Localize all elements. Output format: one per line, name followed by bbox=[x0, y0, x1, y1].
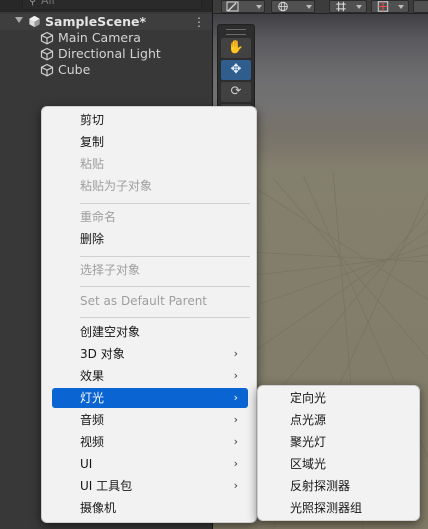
more-options-icon[interactable]: ⋮ bbox=[193, 14, 205, 30]
move-tool-button[interactable]: ✥ bbox=[221, 60, 251, 80]
menu-separator bbox=[80, 317, 250, 318]
submenu-item-area-light[interactable]: 区域光 bbox=[266, 453, 413, 475]
menu-item-set-default-parent: Set as Default Parent bbox=[80, 294, 208, 308]
submenu-item-light-probe-group[interactable]: 光照探测器组 bbox=[266, 497, 413, 519]
chevron-down-icon bbox=[398, 5, 404, 9]
toolbar-overflow-button[interactable] bbox=[413, 0, 428, 13]
increment-snap-icon bbox=[377, 1, 389, 12]
menu-item-ui[interactable]: UI › bbox=[52, 454, 248, 474]
increment-snap-button[interactable] bbox=[371, 0, 409, 13]
hierarchy-item-main-camera[interactable]: Main Camera bbox=[0, 30, 212, 46]
menu-separator bbox=[80, 256, 250, 257]
grid-snap-button[interactable] bbox=[329, 0, 367, 13]
chevron-right-icon: › bbox=[233, 457, 238, 470]
chevron-right-icon: › bbox=[233, 413, 238, 426]
menu-item-create-empty[interactable]: 创建空对象 bbox=[52, 322, 248, 342]
chevron-right-icon: › bbox=[233, 479, 238, 492]
chevron-right-icon: › bbox=[233, 391, 238, 404]
hierarchy-item-cube[interactable]: Cube bbox=[0, 62, 212, 78]
menu-item-paste: 粘贴 bbox=[80, 157, 105, 171]
scene-name: SampleScene* bbox=[45, 14, 146, 29]
menu-separator bbox=[80, 203, 250, 204]
gameobject-cube-icon bbox=[40, 31, 54, 45]
unity-scene-icon bbox=[29, 15, 40, 28]
menu-item-audio[interactable]: 音频 › bbox=[52, 410, 248, 430]
menu-item-cut[interactable]: 剪切 bbox=[52, 110, 248, 130]
foldout-expanded-icon[interactable] bbox=[15, 17, 23, 23]
search-icon: ⚲ bbox=[29, 0, 37, 7]
menu-separator bbox=[80, 286, 250, 287]
scene-toolbar bbox=[213, 0, 428, 14]
menu-item-camera[interactable]: 摄像机 bbox=[52, 498, 248, 518]
scene-tools-overlay: ✋ ✥ ⟳ bbox=[217, 24, 255, 118]
hierarchy-item-label: Main Camera bbox=[58, 30, 141, 45]
hierarchy-item-label: Cube bbox=[58, 62, 91, 77]
menu-item-video[interactable]: 视频 › bbox=[52, 432, 248, 452]
menu-item-ui-toolkit[interactable]: UI 工具包 › bbox=[52, 476, 248, 496]
menu-item-3d-object[interactable]: 3D 对象 › bbox=[52, 344, 248, 364]
chevron-down-icon bbox=[356, 5, 362, 9]
globe-icon bbox=[278, 1, 288, 12]
rotate-icon: ⟳ bbox=[230, 84, 242, 99]
menu-item-rename: 重命名 bbox=[80, 210, 117, 224]
submenu-item-directional-light[interactable]: 定向光 bbox=[266, 387, 413, 409]
hierarchy-toolbar: ⚲ bbox=[0, 0, 212, 12]
hand-icon: ✋ bbox=[227, 40, 245, 55]
hierarchy-item-label: Directional Light bbox=[58, 46, 161, 61]
chevron-right-icon: › bbox=[233, 347, 238, 360]
hierarchy-search-input[interactable] bbox=[41, 0, 191, 6]
menu-item-paste-as-child: 粘贴为子对象 bbox=[80, 179, 153, 193]
submenu-item-reflection-probe[interactable]: 反射探测器 bbox=[266, 475, 413, 497]
gameobject-cube-icon bbox=[40, 63, 54, 77]
move-icon: ✥ bbox=[230, 62, 242, 77]
hierarchy-context-menu: 剪切 复制 粘贴 粘贴为子对象 重命名 删除 选择子对象 Set as Defa… bbox=[41, 106, 257, 523]
chevron-down-icon bbox=[256, 5, 262, 9]
hierarchy-item-directional-light[interactable]: Directional Light bbox=[0, 46, 212, 62]
chevron-right-icon: › bbox=[233, 435, 238, 448]
drag-handle-icon[interactable] bbox=[226, 29, 246, 35]
menu-item-light[interactable]: 灯光 › bbox=[52, 388, 248, 408]
hierarchy-search-box[interactable]: ⚲ bbox=[22, 0, 202, 10]
draw-mode-button[interactable] bbox=[221, 0, 265, 13]
gameobject-cube-icon bbox=[40, 47, 54, 61]
scene-visibility-button[interactable] bbox=[271, 0, 315, 13]
draw-mode-icon bbox=[226, 1, 239, 12]
grid-snap-icon bbox=[336, 1, 346, 12]
scene-row[interactable]: SampleScene* ⋮ bbox=[0, 14, 212, 30]
rotate-tool-button[interactable]: ⟳ bbox=[221, 82, 251, 102]
menu-item-effects[interactable]: 效果 › bbox=[52, 366, 248, 386]
hand-tool-button[interactable]: ✋ bbox=[221, 38, 251, 58]
menu-item-delete[interactable]: 删除 bbox=[52, 229, 248, 249]
submenu-item-spot-light[interactable]: 聚光灯 bbox=[266, 431, 413, 453]
menu-item-select-children: 选择子对象 bbox=[80, 263, 141, 277]
chevron-right-icon: › bbox=[233, 369, 238, 382]
submenu-item-point-light[interactable]: 点光源 bbox=[266, 409, 413, 431]
chevron-down-icon bbox=[306, 5, 312, 9]
menu-item-copy[interactable]: 复制 bbox=[52, 132, 248, 152]
light-submenu: 定向光 点光源 聚光灯 区域光 反射探测器 光照探测器组 bbox=[257, 385, 420, 521]
